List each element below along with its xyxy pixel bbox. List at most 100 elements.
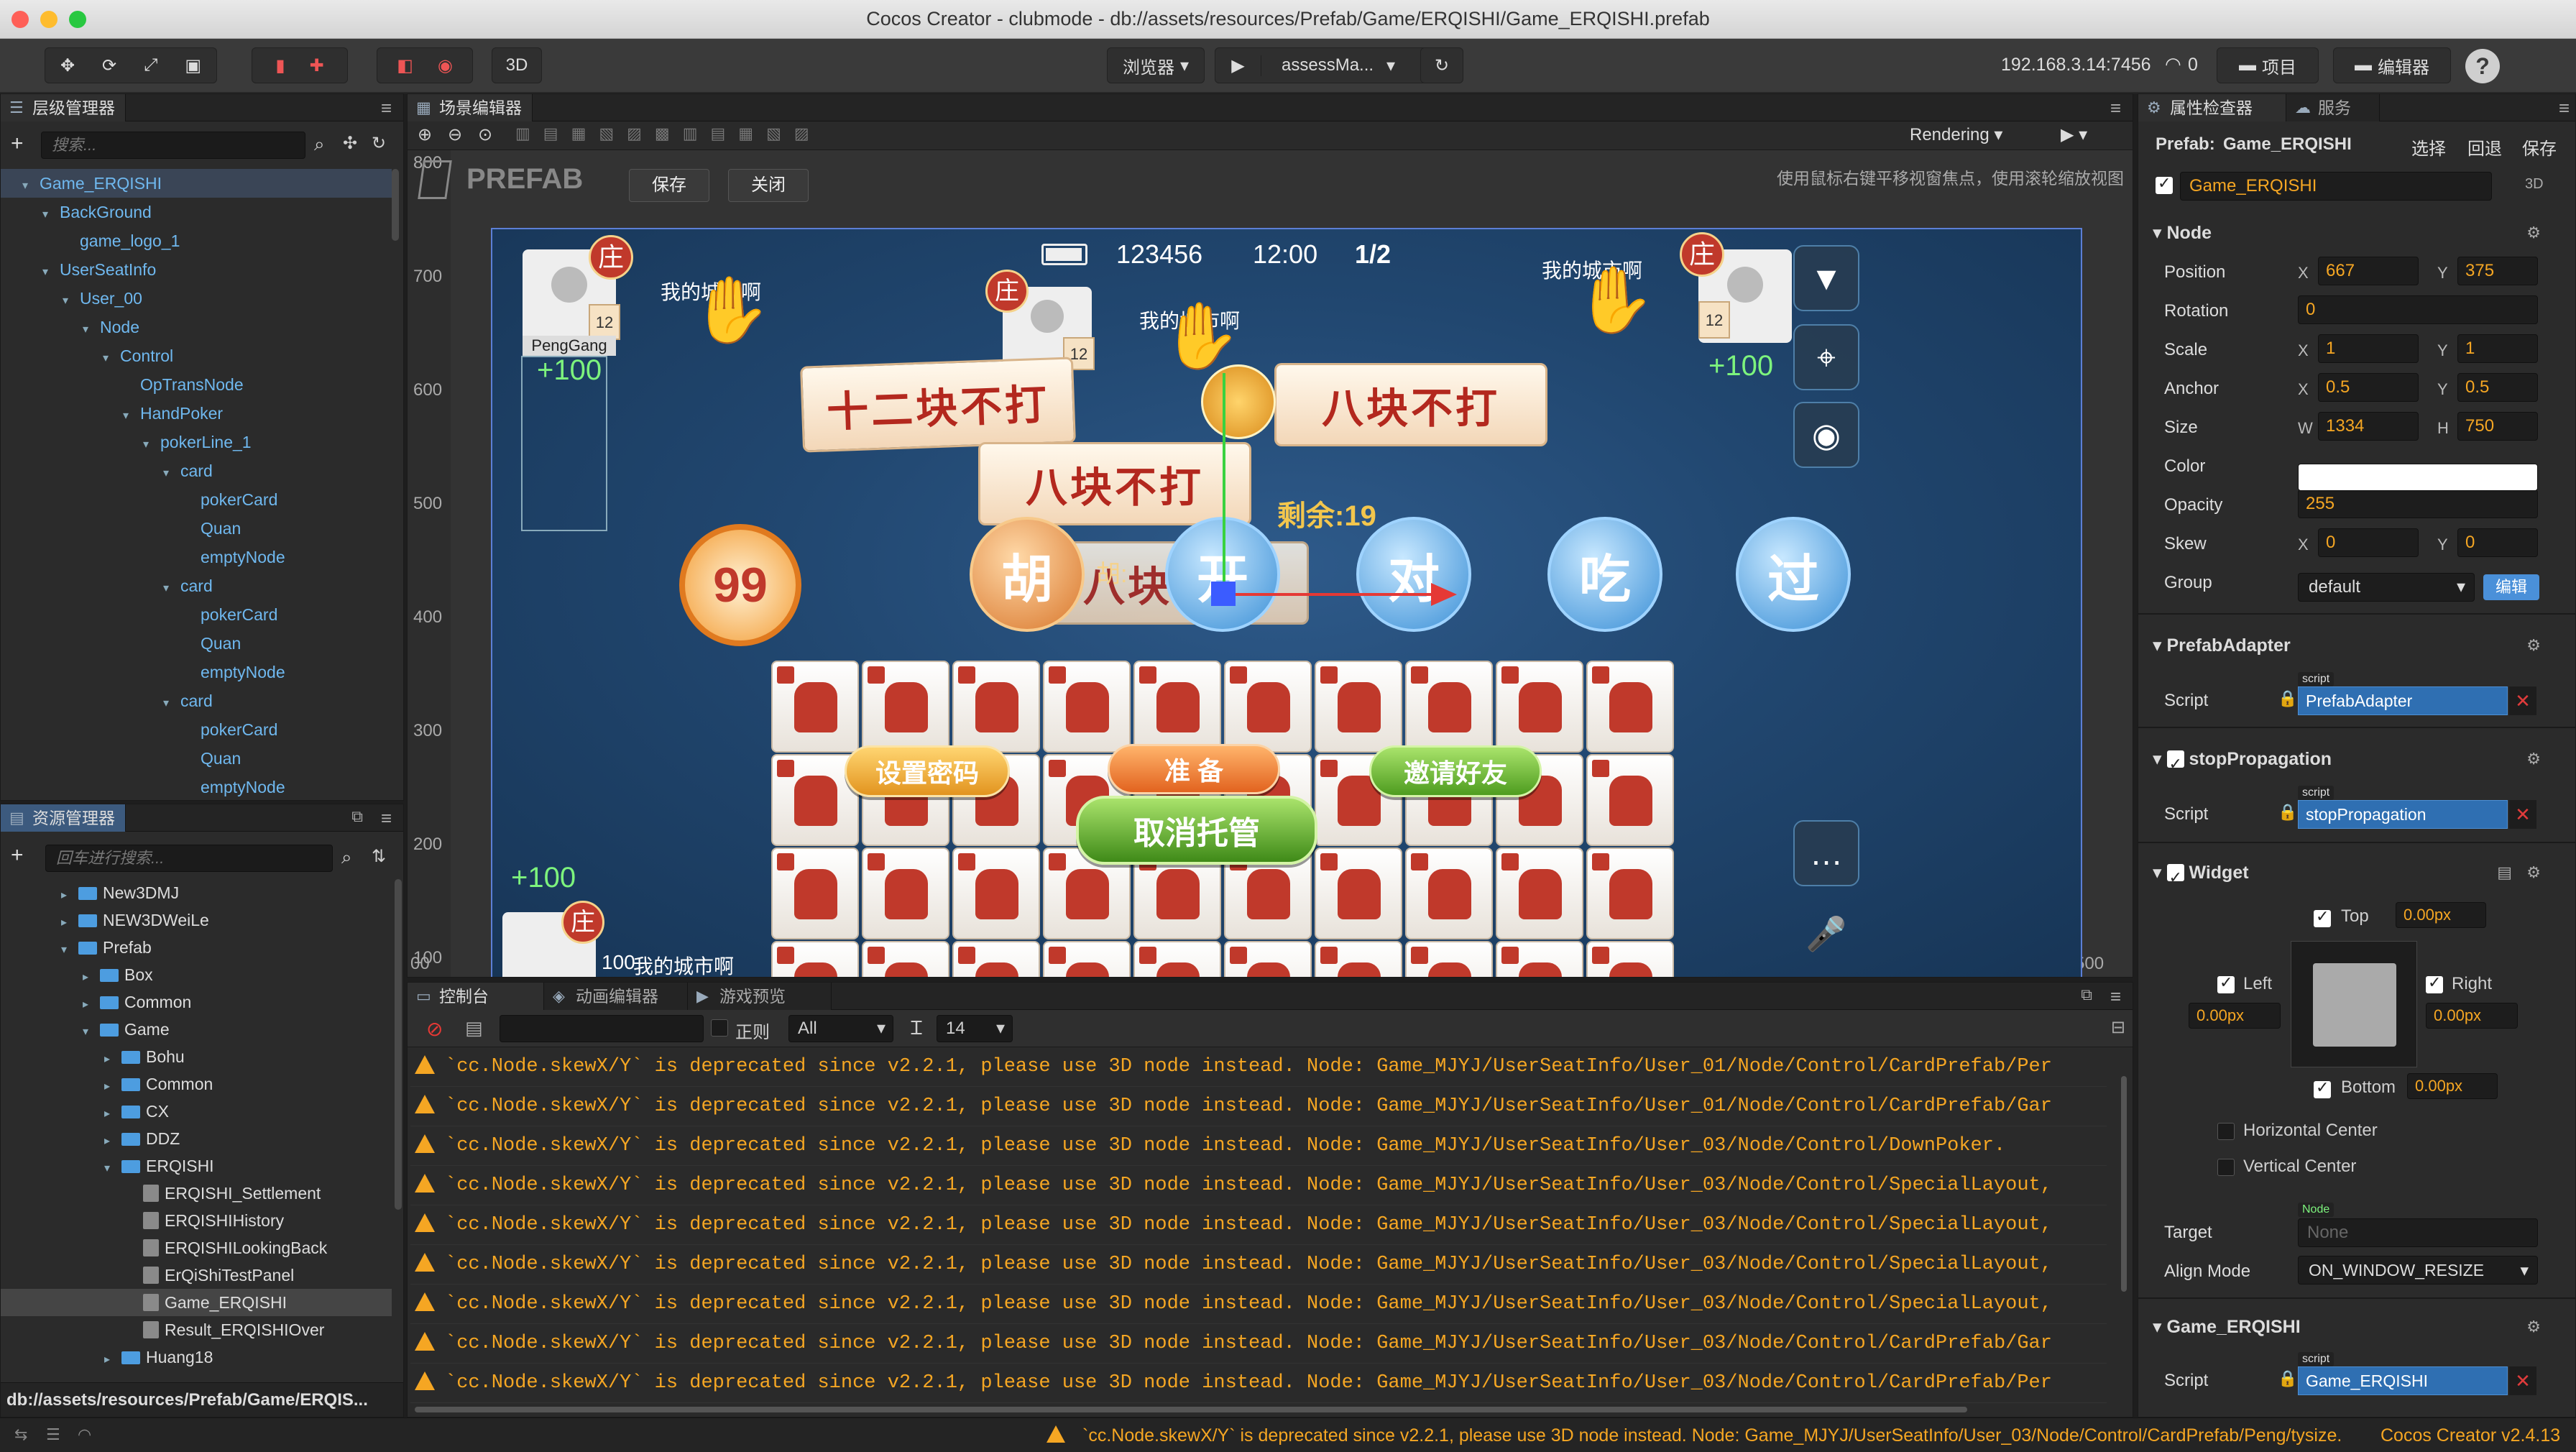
mahjong-tile[interactable] [1315, 661, 1402, 753]
opacity-input[interactable]: 255 [2298, 490, 2538, 518]
sort-icon[interactable]: ⇅ [372, 846, 386, 867]
expand-arrow-icon[interactable]: ▸ [104, 1073, 121, 1101]
mahjong-tile[interactable] [952, 661, 1040, 753]
mahjong-tile[interactable] [862, 847, 949, 939]
gear-icon[interactable]: ⚙ [2526, 216, 2541, 249]
tree-node[interactable]: emptyNode [1, 773, 392, 800]
mahjong-tile[interactable] [1586, 661, 1674, 753]
console-v-scrollbar[interactable] [2121, 1076, 2127, 1292]
mahjong-tile[interactable] [771, 941, 859, 977]
browser-select[interactable]: 浏览器 ▾ [1107, 47, 1205, 83]
microphone-icon[interactable]: 🎤 [1793, 902, 1859, 968]
tree-node[interactable]: ▾ BackGround [1, 198, 392, 226]
expand-arrow-icon[interactable]: ▾ [163, 689, 180, 718]
eye-icon[interactable]: ◉ [1793, 402, 1859, 468]
log-file-icon[interactable]: ▤ [465, 1017, 483, 1039]
prefab-select-button[interactable]: 选择 [2411, 134, 2446, 160]
prefab-close-button[interactable]: 关闭 [728, 169, 809, 202]
animation-editor-tab[interactable]: ◈ 动画编辑器 [544, 983, 688, 1010]
console-log-line[interactable]: `cc.Node.skewX/Y` is deprecated since v2… [410, 1126, 2107, 1166]
widget-bottom-checkbox[interactable] [2314, 1078, 2331, 1101]
local-global-icon[interactable]: ✚ [310, 55, 324, 76]
wifi-icon[interactable]: ◠ [78, 1425, 91, 1444]
list-item[interactable]: ▸ Box [1, 961, 392, 988]
console-log-line[interactable]: `cc.Node.skewX/Y` is deprecated since v2… [410, 1245, 2107, 1285]
popout-icon[interactable]: ⧉ [2081, 985, 2092, 1004]
expand-arrow-icon[interactable]: ▾ [104, 1155, 121, 1182]
mahjong-tile[interactable] [952, 847, 1040, 939]
mahjong-tile[interactable] [1405, 847, 1493, 939]
list-item[interactable]: ▸ DDZ [1, 1125, 392, 1152]
mahjong-tile[interactable] [952, 941, 1040, 977]
position-x-input[interactable]: 667 [2318, 257, 2419, 285]
mahjong-tile[interactable] [1043, 941, 1131, 977]
mahjong-tile[interactable] [1586, 847, 1674, 939]
mahjong-tile[interactable] [771, 847, 859, 939]
tree-node[interactable]: ▾ HandPoker [1, 399, 392, 428]
3d-toggle[interactable]: 3D [2525, 176, 2544, 193]
mahjong-tile[interactable] [1405, 661, 1493, 753]
expand-arrow-icon[interactable]: ▾ [63, 287, 80, 316]
widget-align-diagram[interactable] [2291, 941, 2417, 1067]
group-edit-button[interactable]: 编辑 [2483, 574, 2539, 600]
game-preview-tab[interactable]: ▶ 游戏预览 [688, 983, 832, 1010]
cancel-auto-play-button[interactable]: 取消托管 [1076, 796, 1317, 865]
assets-scrollbar[interactable] [395, 879, 402, 1210]
regex-checkbox[interactable] [711, 1019, 728, 1039]
target-node-field[interactable]: None [2298, 1218, 2538, 1247]
list-item[interactable]: ▾ Game [1, 1016, 392, 1043]
inspector-tab[interactable]: ⚙ 属性检查器 [2138, 94, 2286, 121]
mahjong-tile[interactable] [1315, 847, 1402, 939]
invite-friends-button[interactable]: 邀请好友 [1369, 745, 1542, 797]
tree-node[interactable]: pokerCard [1, 715, 392, 744]
console-h-scrollbar[interactable] [415, 1407, 1967, 1412]
tree-node[interactable]: ▾ Node [1, 313, 392, 341]
horizontal-center-checkbox[interactable] [2217, 1122, 2235, 1142]
tree-node[interactable]: ▾ card [1, 571, 392, 600]
widget-left-checkbox[interactable] [2217, 973, 2235, 996]
location-icon[interactable]: ⌖ [1793, 324, 1859, 390]
tree-node[interactable]: emptyNode [1, 543, 392, 571]
expand-arrow-icon[interactable]: ▸ [83, 964, 100, 991]
tree-node[interactable]: ▾ User_00 [1, 284, 392, 313]
rendering-select[interactable]: Rendering ▾ [1910, 124, 2002, 145]
font-size-select[interactable]: 14 ▾ [937, 1015, 1013, 1042]
expand-arrow-icon[interactable]: ▾ [42, 201, 60, 229]
widget-top-checkbox[interactable] [2314, 907, 2331, 929]
panel-menu-icon[interactable]: ≡ [381, 807, 392, 830]
gizmo-y-axis[interactable] [1223, 373, 1225, 582]
set-password-button[interactable]: 设置密码 [845, 745, 1010, 797]
list-item[interactable]: Result_ERQISHIOver [1, 1316, 392, 1343]
search-icon[interactable]: ⌕ [314, 133, 325, 156]
tree-node[interactable]: game_logo_1 [1, 226, 392, 255]
editor-button[interactable]: ▬ 编辑器 [2333, 47, 2451, 83]
chat-icon[interactable]: … [1793, 820, 1859, 886]
tree-node[interactable]: ▾ Control [1, 341, 392, 370]
expand-arrow-icon[interactable]: ▾ [61, 937, 78, 964]
expand-arrow-icon[interactable]: ▸ [61, 882, 78, 909]
stop-propagation-header[interactable]: ▾ stopPropagation⚙ [2153, 743, 2555, 781]
gizmo-x-arrow-icon[interactable] [1431, 583, 1457, 606]
expand-arrow-icon[interactable]: ▾ [83, 1019, 100, 1046]
mahjong-tile[interactable] [1133, 941, 1221, 977]
tree-node[interactable]: Quan [1, 629, 392, 658]
scale-x-input[interactable]: 1 [2318, 334, 2419, 363]
hierarchy-search-input[interactable]: 搜索... [41, 132, 305, 159]
camera-icon[interactable]: ▶ ▾ [2061, 124, 2087, 145]
remove-component-icon[interactable]: ✕ [2509, 800, 2536, 829]
expand-arrow-icon[interactable]: ▾ [83, 316, 100, 344]
align-mode-select[interactable]: ON_WINDOW_RESIZE ▾ [2298, 1256, 2538, 1285]
3d-mode-button[interactable]: 3D [492, 47, 542, 83]
node-name-input[interactable]: Game_ERQISHI [2180, 172, 2492, 201]
tree-node[interactable]: ▾ Game_ERQISHI [1, 169, 392, 198]
rotate-tool-icon[interactable]: ⟳ [102, 55, 116, 76]
database-icon[interactable]: ☰ [46, 1425, 60, 1444]
tree-node[interactable]: ▾ card [1, 456, 392, 485]
gear-icon[interactable]: ⚙ [2526, 629, 2541, 662]
snap-icon[interactable]: ◧ [397, 55, 413, 76]
expand-arrow-icon[interactable]: ▸ [61, 909, 78, 937]
tree-node[interactable]: ▾ UserSeatInfo [1, 255, 392, 284]
console-tab[interactable]: ▭ 控制台 [408, 983, 544, 1010]
prefab-adapter-script[interactable]: PrefabAdapter [2298, 686, 2508, 715]
console-log-line[interactable]: `cc.Node.skewX/Y` is deprecated since v2… [410, 1047, 2107, 1087]
